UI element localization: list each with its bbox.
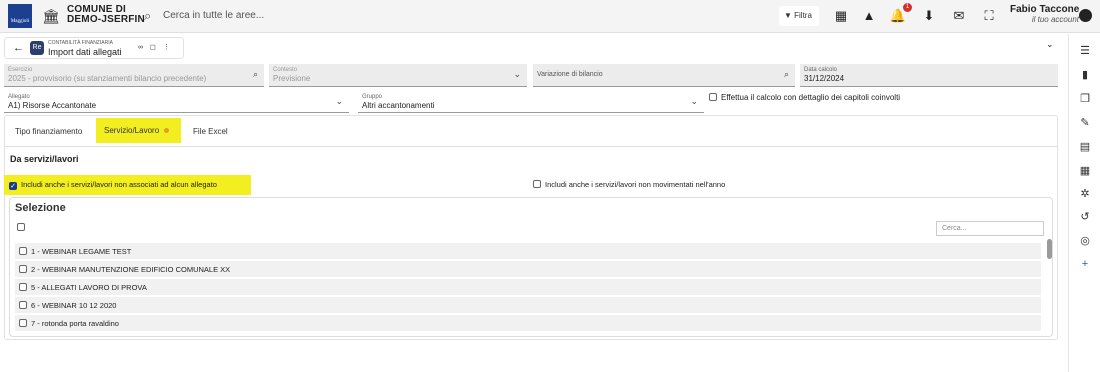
bank-icon: 🏛 xyxy=(42,8,60,24)
tab-servizio-lavoro[interactable]: Servizio/Lavoro xyxy=(96,118,181,143)
dettaglio-label: Effettua il calcolo con dettaglio dei ca… xyxy=(721,93,901,102)
data-calcolo-value: 31/12/2024 xyxy=(804,74,845,83)
esercizio-field: Esercizio 2025 - provvisorio (su stanzia… xyxy=(4,64,264,87)
list-item[interactable]: 6 - WEBINAR 10 12 2020 xyxy=(15,297,1041,313)
allegato-label: Allegato xyxy=(8,94,30,100)
bookmark-icon[interactable]: ▮ xyxy=(1078,68,1092,82)
checkbox-icon[interactable] xyxy=(709,93,717,101)
section-title: Da servizi/lavori xyxy=(10,154,79,164)
dettaglio-checkbox[interactable]: Effettua il calcolo con dettaglio dei ca… xyxy=(709,93,900,102)
list-item[interactable]: 2 - WEBINAR MANUTENZIONE EDIFICIO COMUNA… xyxy=(15,261,1041,277)
search-icon[interactable]: ⌕ xyxy=(784,69,789,80)
notification-badge: 1 xyxy=(903,3,912,12)
download-icon[interactable]: ⬇ xyxy=(920,6,938,26)
grid-icon[interactable]: ▦ xyxy=(832,6,850,26)
right-sidebar xyxy=(1068,34,1100,372)
bookmark-outline-icon[interactable]: ◻ xyxy=(150,44,163,51)
add-icon[interactable]: + xyxy=(1078,257,1092,271)
contesto-label: Contesto xyxy=(273,67,298,73)
module-name: CONTABILITÀ FINANZIARIA xyxy=(48,40,113,46)
gruppo-value: Altri accantonamenti xyxy=(362,101,435,110)
breadcrumb: ← Re CONTABILITÀ FINANZIARIA Import dati… xyxy=(4,37,184,59)
gruppo-select[interactable]: Gruppo Altri accantonamenti ⌄ xyxy=(358,91,704,113)
include-unmoved-label: Includi anche i servizi/lavori non movim… xyxy=(545,180,726,189)
user-name: Fabio Tacconell... xyxy=(1010,4,1079,15)
user-icon[interactable] xyxy=(1079,9,1092,22)
pin-icon[interactable]: ✎ xyxy=(1078,116,1092,130)
list-item[interactable]: 5 - ALLEGATI LAVORO DI PROVA xyxy=(15,279,1041,295)
contesto-value: Previsione xyxy=(273,74,311,83)
include-unassociated-checkbox[interactable]: ✓ Includi anche i servizi/lavori non asso… xyxy=(9,180,217,190)
data-calcolo-label: Data calcolo xyxy=(804,67,838,73)
tab-file-excel[interactable]: File Excel xyxy=(193,127,228,136)
user-subtitle: il tuo account xyxy=(1031,15,1079,24)
org-name[interactable]: COMUNE DI DEMO-JSERFIN xyxy=(67,5,145,25)
alert-icon[interactable]: ▲ xyxy=(860,6,878,26)
allegato-value: A1) Risorse Accantonate xyxy=(8,101,97,110)
breadcrumb-actions[interactable]: ∞◻⋮ xyxy=(138,43,177,51)
variazione-placeholder: Variazione di bilancio xyxy=(537,71,603,78)
checkbox-icon[interactable] xyxy=(19,247,27,255)
chevron-down-icon[interactable]: ⌄ xyxy=(1046,39,1054,50)
search-icon[interactable]: ⌕ xyxy=(144,8,151,24)
checkbox-icon[interactable] xyxy=(533,180,541,188)
scrollbar[interactable] xyxy=(1047,239,1052,259)
calculator-icon[interactable]: ▦ xyxy=(1078,164,1092,178)
checkbox-icon[interactable] xyxy=(19,301,27,309)
allegato-select[interactable]: Allegato A1) Risorse Accantonate ⌄ xyxy=(4,91,349,113)
gruppo-label: Gruppo xyxy=(362,94,383,100)
top-bar: Maggioli 🏛 COMUNE DI DEMO-JSERFIN ⌕ Cerc… xyxy=(0,0,1100,33)
history-icon[interactable]: ↺ xyxy=(1078,210,1092,224)
list-item[interactable]: 1 - WEBINAR LEGAME TEST xyxy=(15,243,1041,259)
include-unmoved-checkbox[interactable]: Includi anche i servizi/lavori non movim… xyxy=(533,180,725,189)
link-icon[interactable]: ∞ xyxy=(138,44,150,51)
selection-search-input[interactable]: Cerca... xyxy=(936,221,1044,236)
status-dot-icon xyxy=(164,128,170,133)
data-calcolo-field[interactable]: Data calcolo 31/12/2024 xyxy=(800,64,1058,87)
variazione-field[interactable]: Variazione di bilancio ⌕ xyxy=(533,64,795,87)
coins-icon[interactable]: ◎ xyxy=(1078,234,1092,248)
tab-divider xyxy=(5,146,1057,147)
chevron-down-icon: ⌄ xyxy=(513,69,521,79)
selection-title: Selezione xyxy=(15,202,66,214)
mail-icon[interactable]: ✉ xyxy=(950,6,968,26)
tab-label: Servizio/Lavoro xyxy=(104,126,160,135)
tab-tipo-finanziamento[interactable]: Tipo finanziamento xyxy=(15,127,82,136)
copy-icon[interactable]: ❐ xyxy=(1078,92,1092,106)
checkbox-icon[interactable] xyxy=(19,265,27,273)
maggioli-logo[interactable]: Maggioli xyxy=(8,4,32,28)
checkbox-icon[interactable] xyxy=(19,319,27,327)
chevron-down-icon: ⌄ xyxy=(335,96,343,106)
user-account[interactable]: Fabio Tacconell... il tuo account xyxy=(1010,4,1079,24)
back-arrow-icon[interactable]: ← xyxy=(13,42,24,54)
esercizio-value: 2025 - provvisorio (su stanziamenti bila… xyxy=(8,74,207,83)
esercizio-label: Esercizio xyxy=(8,67,33,73)
document-icon[interactable]: ▤ xyxy=(1078,140,1092,154)
page-title: Import dati allegati xyxy=(48,47,122,57)
more-icon[interactable]: ⋮ xyxy=(163,44,177,51)
network-icon[interactable]: ✲ xyxy=(1078,187,1092,201)
chevron-down-icon: ⌄ xyxy=(690,96,698,106)
filter-icon: ▼ xyxy=(784,11,795,20)
filter-button[interactable]: ▼ Filtra xyxy=(779,6,819,26)
list-item[interactable]: 7 - rotonda porta ravaldino xyxy=(15,315,1041,331)
app-icon: Re xyxy=(30,41,44,55)
select-all-checkbox[interactable] xyxy=(17,223,25,231)
fullscreen-icon[interactable]: ⛶ xyxy=(980,6,998,26)
checkbox-icon[interactable] xyxy=(19,283,27,291)
list-icon[interactable]: ☰ xyxy=(1078,44,1092,58)
checkbox-checked-icon[interactable]: ✓ xyxy=(9,182,17,190)
global-search-input[interactable]: Cerca in tutte le aree... xyxy=(163,10,264,21)
contesto-field: Contesto Previsione ⌄ xyxy=(269,64,527,87)
include-unassociated-label: Includi anche i servizi/lavori non assoc… xyxy=(21,180,217,189)
search-icon: ⌕ xyxy=(252,69,258,79)
